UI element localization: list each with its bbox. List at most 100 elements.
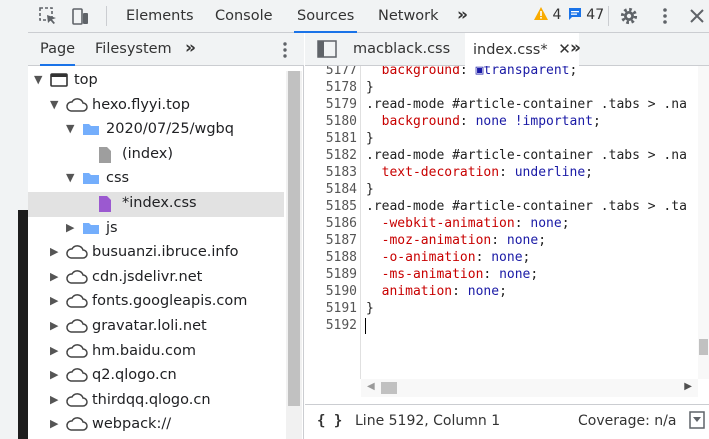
collapse-arrow-icon[interactable]: ▶ [50, 294, 58, 307]
code-line[interactable]: } [366, 79, 374, 96]
navigator-panel: Page Filesystem » ▼ top ▼ hexo.flyyi.top ▼ 20… [28, 33, 304, 439]
code-line[interactable]: .read-mode #article-container .tabs > .n… [366, 96, 687, 113]
tree-item[interactable]: ▶ webpack:// [28, 413, 284, 438]
expand-arrow-icon[interactable]: ▼ [66, 122, 74, 135]
code-line[interactable]: -ms-animation: none; [366, 266, 539, 283]
code-line[interactable]: .read-mode #article-container .tabs > .t… [366, 198, 687, 215]
inspected-page-edge [0, 0, 28, 439]
code-line[interactable]: -o-animation: none; [366, 249, 531, 266]
tree-item[interactable]: ▶ cdn.jsdelivr.net [28, 266, 284, 291]
code-token: background [366, 114, 460, 129]
collapse-arrow-icon[interactable]: ▶ [50, 270, 58, 283]
toggle-navigator-icon[interactable] [317, 40, 337, 60]
code-token: none [499, 267, 531, 282]
tree-item[interactable]: ▶ busuanzi.ibruce.info [28, 241, 284, 266]
line-number: 5186 [325, 216, 357, 231]
code-line[interactable]: .read-mode #article-container .tabs > .n… [366, 147, 687, 164]
expand-arrow-icon[interactable]: ▼ [34, 73, 42, 86]
close-icon[interactable] [687, 6, 707, 26]
pretty-print-button[interactable]: { } [317, 413, 342, 429]
tree-item[interactable]: ▶ hm.baidu.com [28, 340, 284, 365]
collapse-arrow-icon[interactable]: ▶ [50, 393, 58, 406]
editor-vertical-scrollbar[interactable] [698, 66, 709, 379]
tree-item[interactable]: ▼ hexo.flyyi.top [28, 94, 284, 119]
collapse-arrow-icon[interactable]: ▶ [50, 344, 58, 357]
tree-item[interactable]: ▶ js [28, 217, 284, 242]
settings-icon[interactable] [619, 6, 639, 26]
tree-item[interactable]: ▼ 2020/07/25/wgbq [28, 118, 284, 143]
tree-item-label: gravatar.loli.net [92, 318, 207, 334]
line-number-gutter: 5177 5178 5179 5180 5181 5182 5183 5184 5185 5186… [305, 66, 361, 379]
tree-item-label: js [106, 219, 118, 236]
line-number: 5179 [325, 97, 357, 112]
folder-icon [82, 121, 100, 141]
tree-item[interactable]: ▶ thirdqq.qlogo.cn [28, 389, 284, 414]
scroll-left-icon[interactable]: ◀ [367, 381, 375, 392]
collapse-arrow-icon[interactable]: ▶ [50, 245, 58, 258]
tree-item[interactable]: ▶ q2.qlogo.cn [28, 364, 284, 389]
more-editor-tabs-icon[interactable]: » [570, 38, 581, 58]
warning-count: 4 [552, 7, 562, 23]
tree-item[interactable]: ▶ fonts.googleapis.com [28, 290, 284, 315]
tab-filesystem[interactable]: Filesystem [95, 33, 172, 66]
expand-arrow-icon[interactable]: ▼ [50, 98, 58, 111]
collapse-arrow-icon[interactable]: ▶ [50, 417, 58, 430]
code-editor[interactable]: 5177 5178 5179 5180 5181 5182 5183 5184 5185 5186… [305, 66, 698, 379]
kebab-menu-icon[interactable] [655, 6, 675, 26]
code-line[interactable]: -moz-animation: none; [366, 232, 546, 249]
code-token: : [483, 267, 500, 282]
collapse-arrow-icon[interactable]: ▶ [66, 221, 74, 234]
scrollbar-thumb[interactable] [288, 71, 300, 406]
editor-horizontal-scrollbar[interactable]: ◀ ▶ [361, 379, 698, 397]
tree-item-label: css [106, 170, 130, 187]
close-icon[interactable]: ✕ [558, 40, 571, 58]
scrollbar-thumb[interactable] [699, 339, 708, 355]
issues-counter[interactable]: 4 47 [534, 7, 604, 23]
code-token: ; [522, 250, 531, 265]
kebab-menu-icon[interactable] [278, 40, 298, 60]
collapse-arrow-icon[interactable]: ▶ [50, 368, 58, 381]
tree-item-label: fonts.googleapis.com [92, 293, 248, 310]
inspect-icon[interactable] [38, 6, 58, 26]
line-number: 5178 [325, 80, 357, 95]
tab-sources[interactable]: Sources [294, 0, 358, 33]
code-token: ; [499, 284, 507, 299]
line-number: 5187 [325, 233, 357, 248]
code-line[interactable]: background: none !important; [366, 113, 601, 130]
more-tabs-icon[interactable]: » [457, 5, 468, 25]
more-navigator-tabs-icon[interactable]: » [185, 38, 196, 58]
code-line[interactable]: animation: none; [366, 283, 507, 300]
editor-tab-macblack[interactable]: macblack.css [353, 33, 450, 66]
cloud-icon [66, 416, 88, 436]
code-line[interactable]: text-decoration: underline; [366, 164, 593, 181]
code-line[interactable]: background: ▣transparent; [366, 66, 578, 79]
scrollbar-thumb[interactable] [381, 382, 397, 394]
code-token: none [467, 284, 500, 299]
navigator-scrollbar[interactable]: ▲ [286, 71, 302, 439]
tab-page[interactable]: Page [40, 33, 76, 66]
device-toggle-icon[interactable] [70, 6, 90, 26]
line-number: 5184 [325, 182, 357, 197]
tree-item[interactable]: ▼ css [28, 167, 284, 192]
code-token: none [506, 233, 539, 248]
code-line[interactable]: } [366, 300, 374, 317]
code-line[interactable]: } [366, 130, 374, 147]
drawer-toggle-icon[interactable] [689, 411, 705, 433]
tab-elements[interactable]: Elements [126, 0, 194, 33]
expand-arrow-icon[interactable]: ▼ [66, 171, 74, 184]
toolbar-divider [608, 6, 609, 26]
line-number: 5185 [325, 199, 357, 214]
code-token: none [530, 216, 562, 231]
collapse-arrow-icon[interactable]: ▶ [50, 319, 58, 332]
tab-console[interactable]: Console [215, 0, 273, 33]
tree-item[interactable]: *index.css [28, 192, 284, 217]
tree-item[interactable]: ▼ top [28, 69, 284, 94]
tab-network[interactable]: Network [378, 0, 439, 33]
tree-item[interactable]: (index) [28, 143, 284, 168]
editor-tab-index[interactable]: index.css* ✕ [465, 33, 579, 66]
code-line[interactable]: } [366, 181, 374, 198]
code-line[interactable]: -webkit-animation: none; [366, 215, 570, 232]
editor-status-bar: { } Line 5192, Column 1 Coverage: n/a [305, 404, 709, 439]
tree-item[interactable]: ▶ gravatar.loli.net [28, 315, 284, 340]
scroll-right-icon[interactable]: ▶ [684, 381, 692, 392]
